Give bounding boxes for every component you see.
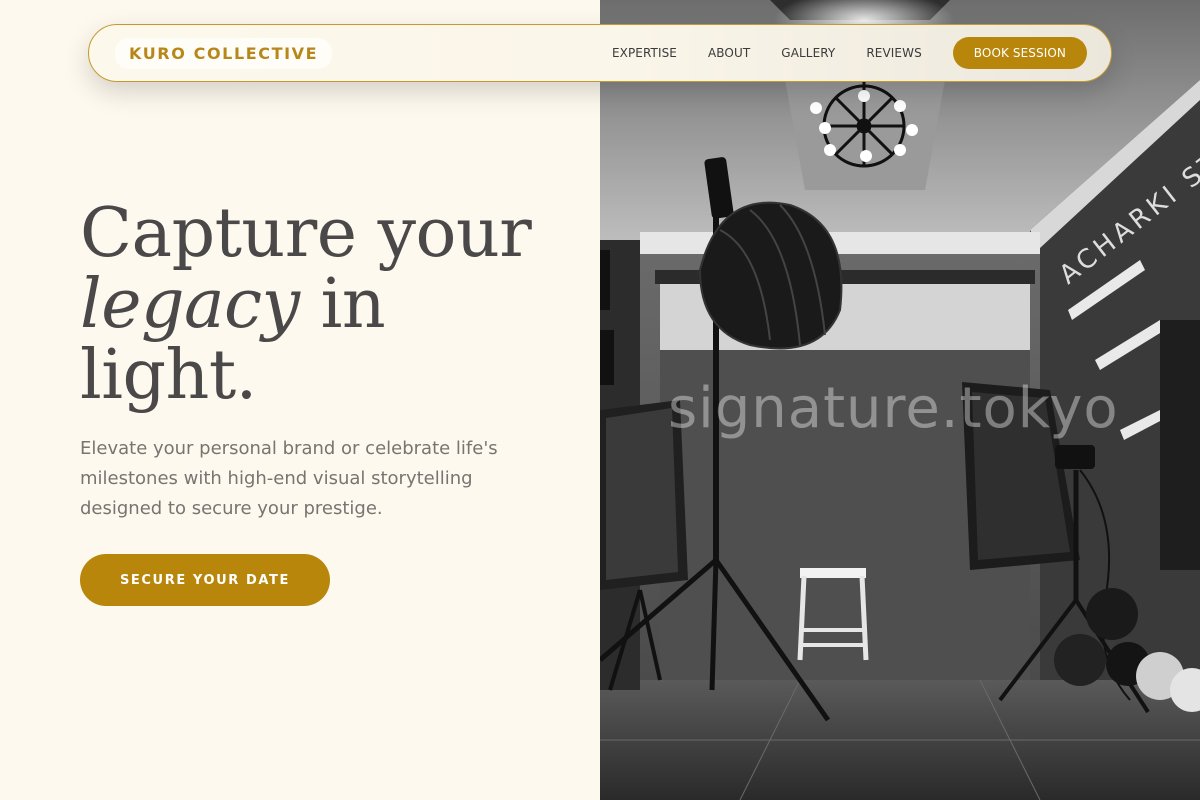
nav-link-expertise[interactable]: EXPERTISE <box>612 46 677 60</box>
hero-subtitle: Elevate your personal brand or celebrate… <box>80 438 498 519</box>
hero-title-line3: light. <box>80 336 257 415</box>
hero-title: Capture your legacy in light. <box>80 198 600 411</box>
nav-link-reviews[interactable]: REVIEWS <box>866 46 921 60</box>
hero-photo: ACHARKI ST <box>600 0 1200 800</box>
hero-title-italic: legacy <box>80 265 300 344</box>
top-navigation: KURO COLLECTIVE EXPERTISE ABOUT GALLERY … <box>88 24 1112 82</box>
studio-photo-image: ACHARKI ST <box>600 0 1200 800</box>
nav-link-gallery[interactable]: GALLERY <box>781 46 835 60</box>
hero-title-line1: Capture your <box>80 194 532 273</box>
nav-link-about[interactable]: ABOUT <box>708 46 750 60</box>
hero-title-after-italic: in <box>299 265 386 344</box>
book-session-button[interactable]: BOOK SESSION <box>952 37 1087 69</box>
brand-logo[interactable]: KURO COLLECTIVE <box>115 37 333 69</box>
secure-date-button[interactable]: SECURE YOUR DATE <box>80 554 330 606</box>
nav-links: EXPERTISE ABOUT GALLERY REVIEWS BOOK SES… <box>612 37 1087 69</box>
